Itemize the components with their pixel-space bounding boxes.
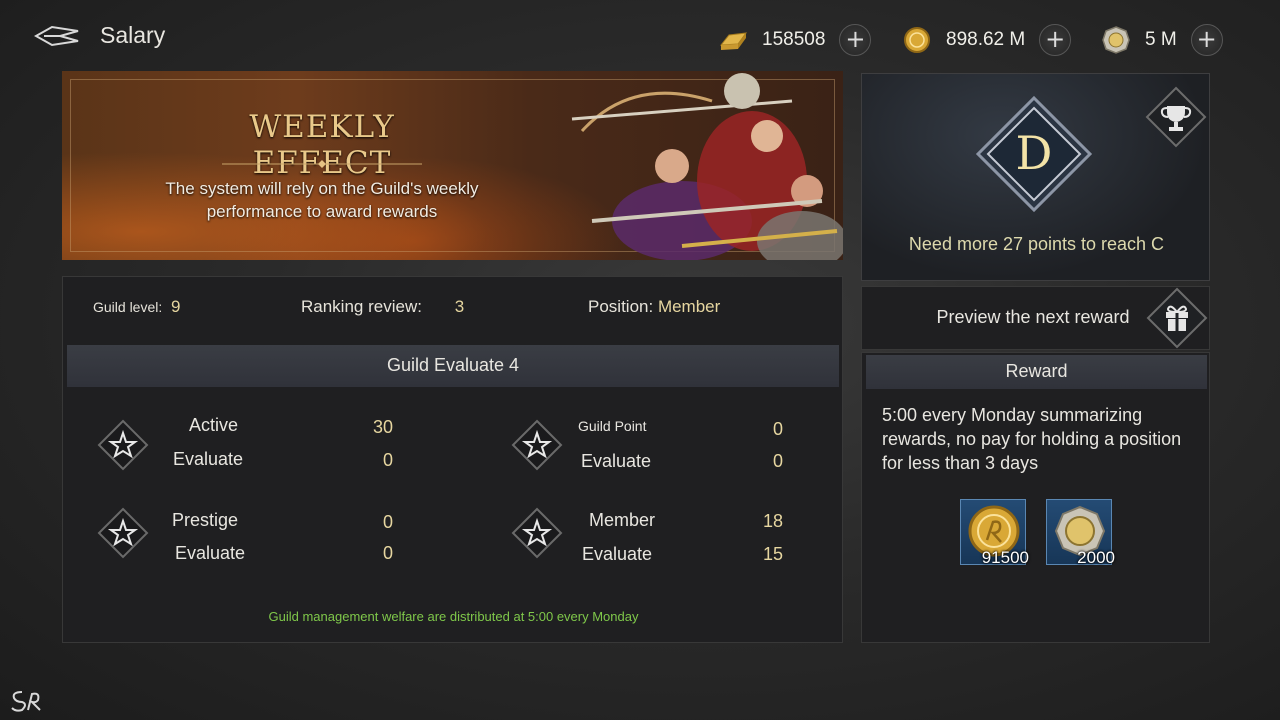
currency-silver-coin: 5 M + [1101,22,1223,58]
active-value: 30 [372,417,393,437]
prestige-value: 0 [382,512,393,532]
ranking-review-label: Ranking review: [301,297,422,316]
active-evaluate-label: Evaluate [173,449,244,469]
reward-qty-gold-coin: 91500 [981,548,1029,567]
member-value: 18 [762,511,783,531]
warriors-artwork [571,73,843,260]
back-arrow-icon [33,25,79,47]
silver-coin-amount: 5 M [1145,29,1177,50]
gift-icon [1146,287,1208,349]
ranking-review-row: Ranking review: 3 [301,297,464,317]
gift-button[interactable] [1146,287,1208,349]
member-evaluate-value: 15 [762,544,783,564]
back-button[interactable] [33,22,80,50]
star-badge-icon [97,507,149,559]
gold-bar-icon [719,32,748,50]
page-title: Salary [100,22,166,48]
ranking-review-value: 3 [454,297,465,316]
reward-description: 5:00 every Monday summarizing rewards, n… [882,405,1182,473]
welfare-note: Guild management welfare are distributed… [268,609,639,624]
guild-point-evaluate-value: 0 [772,451,783,471]
add-silver-coin-button[interactable]: + [1190,24,1223,56]
gold-coin-icon [904,27,930,53]
banner-divider-ornament [222,160,422,168]
reward-header: Reward [866,355,1207,389]
add-gold-bar-button[interactable]: + [839,24,872,56]
prestige-label: Prestige [172,510,239,530]
guild-info-panel: Guild level: 9 Ranking review: 3 Positio… [62,276,843,643]
silver-coin-icon [1102,26,1130,54]
guild-point-label: Guild Point [578,418,647,434]
weekly-effect-banner: WEEKLY EFFECT The system will rely on th… [62,71,843,260]
guild-point-value: 0 [772,419,783,439]
gold-bar-amount: 158508 [762,29,826,50]
trophy-button[interactable] [1145,86,1207,148]
currency-gold-coin: 898.62 M + [902,22,1072,58]
currency-gold-bar: 158508 + [718,22,872,58]
member-label: Member [589,510,656,530]
rank-panel: D Need more 27 points to reach C [861,73,1210,281]
position-row: Position: Member [588,297,720,317]
guild-level-value: 9 [171,297,181,316]
reward-item-gold-coin[interactable]: 91500 [960,499,1029,567]
game-logo-icon [11,691,41,712]
trophy-icon [1145,86,1207,148]
member-evaluate-label: Evaluate [582,544,653,564]
position-label: Position: [588,297,654,316]
active-evaluate-value: 0 [382,450,393,470]
reward-panel: Reward 5:00 every Monday summarizing rew… [861,352,1210,643]
star-badge-icon [511,419,563,471]
prestige-evaluate-label: Evaluate [175,543,246,563]
guild-level-label: Guild level: [93,299,163,315]
gold-coin-amount: 898.62 M [946,29,1026,50]
prestige-evaluate-value: 0 [382,543,393,563]
reward-item-silver-coin[interactable]: 2000 [1046,499,1115,567]
rank-progress-text: Need more 27 points to reach C [908,234,1165,254]
banner-description: The system will rely on the Guild's week… [165,179,479,221]
rank-grade: D [1015,126,1053,180]
banner-title: WEEKLY EFFECT [249,109,395,181]
reward-qty-silver-coin: 2000 [1077,548,1115,567]
guild-point-evaluate-label: Evaluate [581,451,652,471]
guild-evaluate-header: Guild Evaluate 4 [67,345,839,387]
star-badge-icon [511,507,563,559]
active-label: Active [189,415,239,435]
preview-next-reward-row[interactable]: Preview the next reward [861,286,1210,350]
guild-level-row: Guild level: 9 [93,297,180,317]
add-gold-coin-button[interactable]: + [1039,24,1072,56]
star-badge-icon [97,419,149,471]
position-value: Member [657,297,721,316]
top-bar: Salary 158508 + 898.62 M + 5 M + [0,0,1280,72]
